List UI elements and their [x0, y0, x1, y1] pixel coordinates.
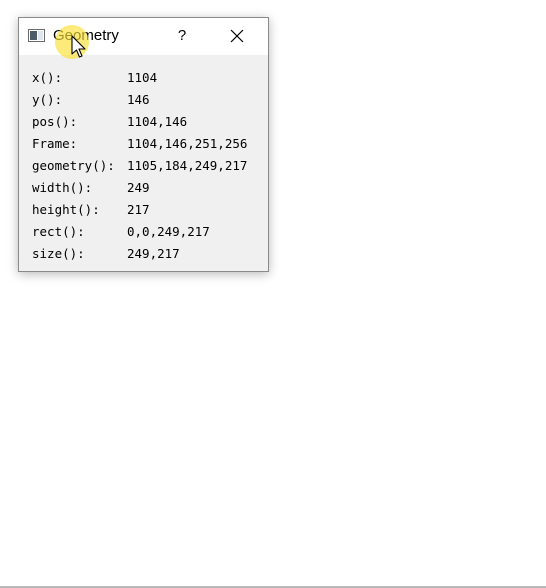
info-label: pos():: [32, 114, 78, 129]
info-label: rect():: [32, 224, 85, 239]
info-label: height():: [32, 202, 100, 217]
title-bar[interactable]: Geometry ?: [19, 18, 268, 55]
window-title: Geometry: [53, 27, 119, 44]
info-value: 1105,184,249,217: [127, 158, 248, 173]
geometry-window: Geometry ? x(): 1104 y(): 146 pos(): 110…: [18, 17, 269, 272]
window-icon[interactable]: [28, 29, 45, 42]
info-value: 217: [127, 202, 150, 217]
info-value: 146: [127, 92, 150, 107]
info-label: size():: [32, 246, 85, 261]
info-value: 249: [127, 180, 150, 195]
info-label: y():: [32, 92, 63, 107]
info-label: geometry():: [32, 158, 115, 173]
info-value: 0,0,249,217: [127, 224, 210, 239]
info-label: width():: [32, 180, 93, 195]
close-button[interactable]: [222, 21, 252, 51]
info-label: Frame:: [32, 136, 78, 151]
desktop: Geometry ? x(): 1104 y(): 146 pos(): 110…: [0, 0, 546, 588]
info-value: 1104,146: [127, 114, 188, 129]
info-value: 1104,146,251,256: [127, 136, 248, 151]
help-button[interactable]: ?: [167, 21, 197, 51]
info-value: 1104: [127, 70, 158, 85]
info-value: 249,217: [127, 246, 180, 261]
info-label: x():: [32, 70, 63, 85]
close-icon: [230, 29, 244, 43]
